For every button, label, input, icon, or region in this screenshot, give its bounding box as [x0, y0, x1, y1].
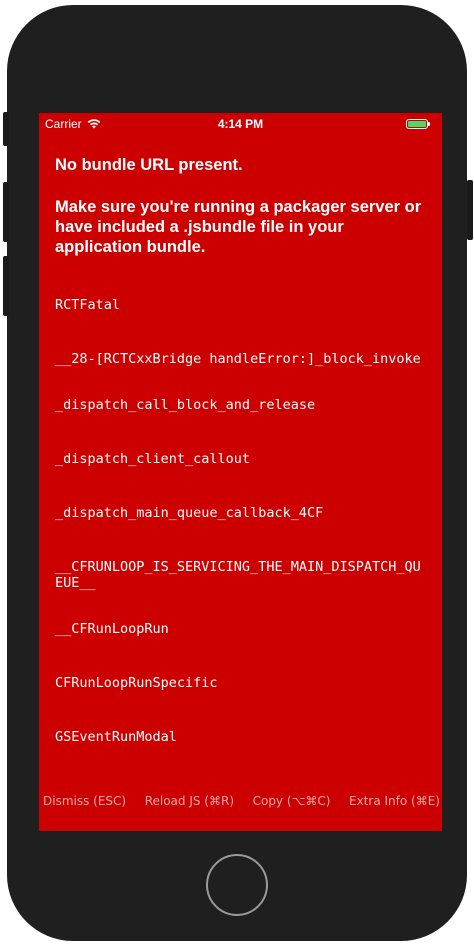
- status-time: 4:14 PM: [217, 117, 264, 131]
- stack-frame[interactable]: __28-[RCTCxxBridge handleError:]_block_i…: [55, 351, 425, 367]
- redbox-button-bar: Dismiss (ESC) Reload JS (⌘R) Copy (⌥⌘C) …: [39, 791, 442, 811]
- stack-frame[interactable]: _dispatch_client_callout: [55, 451, 425, 467]
- stack-frame[interactable]: GSEventRunModal: [55, 729, 425, 745]
- stack-frame[interactable]: __CFRunLoopRun: [55, 621, 425, 637]
- volume-up-button: [3, 182, 9, 242]
- mute-switch: [3, 112, 9, 146]
- volume-down-button: [3, 256, 9, 316]
- battery-icon: [406, 119, 430, 129]
- battery-level: [408, 121, 426, 127]
- status-bar: Carrier 4:14 PM: [39, 113, 442, 135]
- home-button-icon[interactable]: [206, 854, 268, 916]
- power-button: [467, 180, 473, 240]
- stack-frame[interactable]: __CFRUNLOOP_IS_SERVICING_THE_MAIN_DISPAT…: [55, 559, 425, 591]
- error-title: No bundle URL present.: [55, 156, 243, 174]
- dismiss-button[interactable]: Dismiss (ESC): [43, 791, 126, 811]
- reload-js-button[interactable]: Reload JS (⌘R): [145, 791, 234, 811]
- stack-frame[interactable]: CFRunLoopRunSpecific: [55, 675, 425, 691]
- error-message: Make sure you're running a packager serv…: [55, 198, 422, 256]
- stack-frame[interactable]: _dispatch_call_block_and_release: [55, 397, 425, 413]
- copy-button[interactable]: Copy (⌥⌘C): [253, 791, 331, 811]
- stack-trace-list: RCTFatal __28-[RCTCxxBridge handleError:…: [55, 297, 425, 783]
- stack-frame[interactable]: RCTFatal: [55, 297, 425, 313]
- stack-frame[interactable]: _dispatch_main_queue_callback_4CF: [55, 505, 425, 521]
- redbox-error-screen: Carrier 4:14 PM No bundle URL present. M…: [39, 113, 442, 831]
- extra-info-button[interactable]: Extra Info (⌘E): [349, 791, 440, 811]
